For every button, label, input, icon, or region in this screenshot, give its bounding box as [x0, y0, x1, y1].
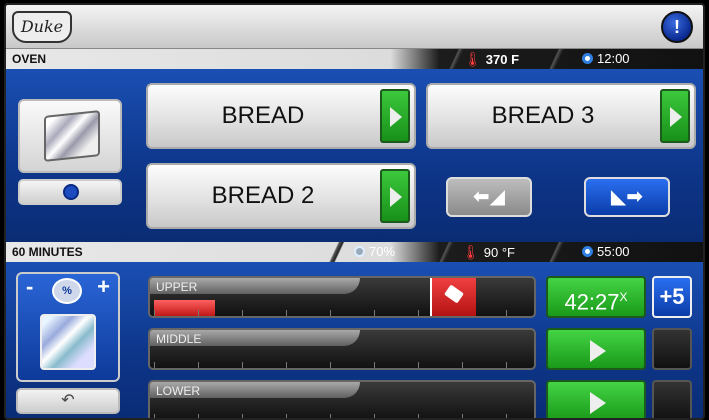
- humidity-control: - % +: [16, 272, 120, 382]
- recipe-label: BREAD 2: [211, 182, 315, 209]
- oven-label: OVEN: [12, 52, 47, 66]
- alert-icon[interactable]: !: [661, 11, 693, 43]
- rack-label: MIDDLE: [156, 332, 202, 346]
- cycle-label: 60 MINUTES: [12, 245, 83, 259]
- rack-middle-start-button[interactable]: [546, 328, 646, 370]
- rack-lower[interactable]: LOWER: [148, 380, 536, 418]
- oven-temperature-value: 370 F: [485, 52, 520, 67]
- humidity-minus-button[interactable]: -: [26, 274, 33, 300]
- timer-cancel-icon[interactable]: X: [620, 290, 628, 304]
- previous-page-button[interactable]: ⬅◢: [446, 177, 532, 217]
- recipe-button-bread-3[interactable]: BREAD 3: [426, 83, 696, 149]
- rack-label: LOWER: [156, 384, 201, 398]
- clock-icon: [582, 53, 593, 64]
- duke-logo: Duke: [12, 11, 72, 43]
- undo-button[interactable]: ↶: [16, 388, 120, 414]
- play-icon[interactable]: [660, 89, 690, 143]
- strip-divider: [316, 242, 356, 262]
- rack-middle[interactable]: MIDDLE: [148, 328, 536, 370]
- humidity-value: 70%: [369, 244, 396, 259]
- oven-time-value: 12:00: [597, 51, 630, 66]
- rack-lower-extra-button: [652, 380, 692, 418]
- play-icon[interactable]: [380, 169, 410, 223]
- rack-panel: - % + ↶ UPPER 42:27X +5 MIDDLE LOWER: [6, 262, 703, 418]
- top-bar: Duke !: [6, 5, 703, 49]
- rack-ticks: [154, 414, 530, 418]
- strip-divider: [536, 49, 576, 69]
- humidity-adjust: - % +: [18, 274, 118, 304]
- humidity-icon: [354, 246, 365, 257]
- power-button[interactable]: [18, 179, 122, 205]
- add-five-minutes-button[interactable]: +5: [652, 276, 692, 318]
- cycle-time: 55:00: [582, 244, 630, 259]
- oven-select-button[interactable]: [18, 99, 122, 173]
- oven-time: 12:00: [582, 51, 630, 66]
- cycle-time-value: 55:00: [597, 244, 630, 259]
- power-icon: [63, 184, 79, 200]
- humidity-plus-button[interactable]: +: [97, 274, 110, 300]
- oven-status-strip: OVEN 🌡 370 F 12:00: [6, 49, 703, 69]
- humidity-drop-icon: %: [52, 278, 82, 304]
- recipe-panel: BREAD BREAD 3 BREAD 2 ⬅◢ ◣➡: [6, 69, 703, 242]
- cleaning-alert-icon[interactable]: [430, 278, 476, 316]
- rack-lower-start-button[interactable]: [546, 380, 646, 418]
- next-page-button[interactable]: ◣➡: [584, 177, 670, 217]
- rack-upper[interactable]: UPPER: [148, 276, 536, 318]
- rack-middle-extra-button: [652, 328, 692, 370]
- cycle-status-strip: 60 MINUTES 70% 🌡 90 °F 55:00: [6, 242, 703, 262]
- rack-ticks: [154, 362, 530, 368]
- strip-divider: [426, 242, 466, 262]
- thermometer-icon: 🌡: [464, 51, 482, 67]
- recipe-button-bread-2[interactable]: BREAD 2: [146, 163, 416, 229]
- humidity-readout: 70%: [354, 244, 395, 259]
- oven-control-screen: Duke ! OVEN 🌡 370 F 12:00 BREAD BREAD 3: [4, 3, 705, 420]
- cabinet-temperature-value: 90 °F: [483, 245, 515, 260]
- holding-cabinet-icon[interactable]: [40, 314, 96, 370]
- recipe-button-bread[interactable]: BREAD: [146, 83, 416, 149]
- rack-upper-timer[interactable]: 42:27X: [546, 276, 646, 318]
- strip-divider: [536, 242, 576, 262]
- thermometer-icon: 🌡: [462, 244, 480, 260]
- recipe-label: BREAD 3: [491, 102, 595, 129]
- recipe-label: BREAD: [221, 102, 305, 129]
- play-icon[interactable]: [380, 89, 410, 143]
- rack-label: UPPER: [156, 280, 198, 294]
- oven-temperature: 🌡 370 F: [464, 51, 519, 68]
- cabinet-temperature: 🌡 90 °F: [462, 244, 515, 261]
- clock-icon: [582, 246, 593, 257]
- timer-value: 42:27: [564, 289, 620, 315]
- oven-icon: [44, 110, 100, 162]
